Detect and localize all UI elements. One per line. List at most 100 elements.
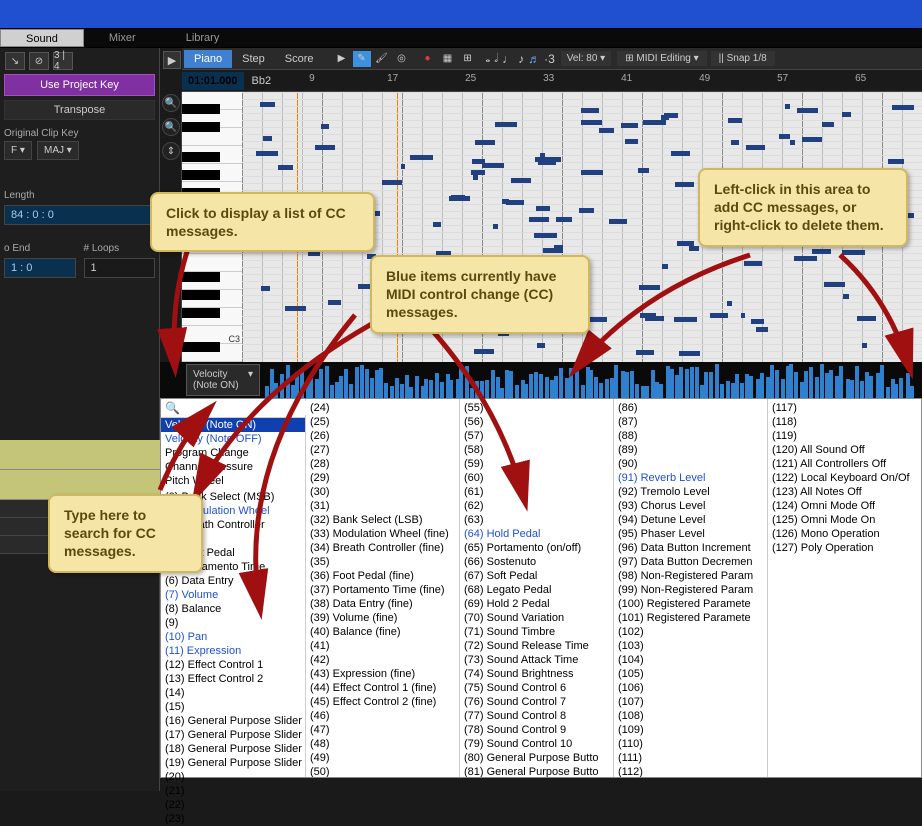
- midi-note[interactable]: [664, 113, 679, 118]
- velocity-bar[interactable]: [846, 379, 850, 398]
- velocity-display[interactable]: Vel: 80 ▾: [561, 51, 611, 66]
- cc-list-item[interactable]: Pitch Wheel: [161, 474, 305, 488]
- velocity-bar[interactable]: [635, 384, 639, 398]
- cc-list-item[interactable]: (103): [614, 639, 767, 653]
- velocity-bar[interactable]: [605, 379, 609, 398]
- opt-a-button[interactable]: ▦: [439, 51, 457, 67]
- zoom-v-button[interactable]: ⇕: [162, 142, 180, 160]
- velocity-bar[interactable]: [405, 375, 409, 399]
- midi-note[interactable]: [609, 219, 626, 224]
- velocity-bar[interactable]: [295, 372, 299, 398]
- cc-list-item[interactable]: (107): [614, 695, 767, 709]
- pointer-tool[interactable]: ▶: [333, 51, 351, 67]
- cc-list-item[interactable]: (7) Volume: [161, 588, 305, 602]
- cc-list-item[interactable]: (61): [460, 485, 613, 499]
- velocity-bar[interactable]: [429, 380, 433, 398]
- opt-b-button[interactable]: ⊞: [459, 51, 477, 67]
- sixteenth-note-icon[interactable]: ♬: [528, 52, 540, 66]
- midi-note[interactable]: [482, 163, 504, 168]
- cc-list-item[interactable]: (74) Sound Brightness: [460, 667, 613, 681]
- velocity-bar[interactable]: [415, 376, 419, 398]
- midi-note[interactable]: [842, 112, 851, 117]
- cc-list-item[interactable]: (55): [460, 401, 613, 415]
- cc-list-item[interactable]: (29): [306, 471, 459, 485]
- midi-note[interactable]: [744, 261, 762, 266]
- velocity-bar[interactable]: [709, 372, 713, 398]
- cc-list-item[interactable]: (65) Portamento (on/off): [460, 541, 613, 555]
- velocity-bar[interactable]: [545, 377, 549, 398]
- cc-list-item[interactable]: (86): [614, 401, 767, 415]
- midi-note[interactable]: [315, 145, 335, 150]
- velocity-bar[interactable]: [424, 379, 428, 398]
- midi-note[interactable]: [581, 108, 599, 113]
- midi-note[interactable]: [746, 145, 765, 150]
- cc-selector-dropdown[interactable]: Velocity (Note ON)▾: [186, 364, 260, 396]
- cc-list-item[interactable]: (110): [614, 737, 767, 751]
- midi-note[interactable]: [727, 301, 731, 306]
- cc-list-item[interactable]: (96) Data Button Increment: [614, 541, 767, 555]
- cc-list-item[interactable]: (95) Phaser Level: [614, 527, 767, 541]
- velocity-bar[interactable]: [559, 368, 563, 398]
- cc-list-item[interactable]: (87): [614, 415, 767, 429]
- cc-list-item[interactable]: (101) Registered Paramete: [614, 611, 767, 625]
- cc-list-item[interactable]: (90): [614, 457, 767, 471]
- velocity-bar[interactable]: [435, 373, 439, 398]
- velocity-bar[interactable]: [625, 372, 629, 398]
- midi-note[interactable]: [636, 350, 654, 355]
- velocity-bar[interactable]: [529, 374, 533, 398]
- velocity-bar[interactable]: [459, 367, 463, 398]
- cc-list-item[interactable]: (37) Portamento Time (fine): [306, 583, 459, 597]
- midi-note[interactable]: [535, 157, 547, 162]
- cc-list-item[interactable]: (78) Sound Control 9: [460, 723, 613, 737]
- midi-note[interactable]: [401, 164, 406, 169]
- cc-list-item[interactable]: (99) Non-Registered Param: [614, 583, 767, 597]
- midi-note[interactable]: [640, 313, 656, 318]
- cc-list-item[interactable]: (18) General Purpose Slider: [161, 742, 305, 756]
- midi-note[interactable]: [689, 246, 699, 251]
- cc-list-item[interactable]: (122) Local Keyboard On/Of: [768, 471, 921, 485]
- track-strip[interactable]: [0, 440, 160, 470]
- midi-note[interactable]: [822, 122, 834, 127]
- velocity-bar[interactable]: [449, 380, 453, 398]
- half-note-icon[interactable]: 𝅗𝅥: [494, 51, 498, 66]
- velocity-bar[interactable]: [349, 384, 353, 398]
- velocity-bar[interactable]: [621, 371, 625, 398]
- midi-note[interactable]: [536, 206, 550, 211]
- midi-note[interactable]: [843, 294, 850, 299]
- midi-note[interactable]: [261, 286, 270, 291]
- velocity-bar[interactable]: [379, 368, 383, 398]
- velocity-bar[interactable]: [395, 378, 399, 398]
- cc-list-item[interactable]: (11) Expression: [161, 644, 305, 658]
- ruler[interactable]: 91725334149576573: [279, 70, 922, 91]
- velocity-bar[interactable]: [630, 371, 634, 398]
- velocity-bar[interactable]: [804, 371, 808, 398]
- cc-list-item[interactable]: (76) Sound Control 7: [460, 695, 613, 709]
- velocity-bar[interactable]: [265, 386, 269, 398]
- midi-note[interactable]: [581, 120, 602, 125]
- cc-list-item[interactable]: (56): [460, 415, 613, 429]
- velocity-bar[interactable]: [594, 377, 598, 398]
- cc-list-item[interactable]: (123) All Notes Off: [768, 485, 921, 499]
- cc-list-item[interactable]: (8) Balance: [161, 602, 305, 616]
- midi-note[interactable]: [473, 175, 478, 180]
- cc-list-item[interactable]: (26): [306, 429, 459, 443]
- snap-dropdown[interactable]: || Snap 1/8: [711, 51, 775, 66]
- cc-list-item[interactable]: (12) Effect Control 1: [161, 658, 305, 672]
- velocity-bar[interactable]: [679, 367, 683, 398]
- midi-note[interactable]: [751, 319, 765, 324]
- cc-list-item[interactable]: Program Change: [161, 446, 305, 460]
- velocity-bar[interactable]: [554, 376, 558, 398]
- brush-tool[interactable]: 🖌: [373, 51, 391, 67]
- cc-list-item[interactable]: (75) Sound Control 6: [460, 681, 613, 695]
- cc-list-item[interactable]: (111): [614, 751, 767, 765]
- cc-list-item[interactable]: (67) Soft Pedal: [460, 569, 613, 583]
- cc-list-item[interactable]: (17) General Purpose Slider: [161, 728, 305, 742]
- cc-list-item[interactable]: (46): [306, 709, 459, 723]
- velocity-bar[interactable]: [695, 367, 699, 398]
- midi-note[interactable]: [797, 108, 818, 113]
- midi-note[interactable]: [857, 316, 876, 321]
- velocity-bar[interactable]: [880, 365, 884, 398]
- cc-list-item[interactable]: (104): [614, 653, 767, 667]
- cc-list-item[interactable]: (19) General Purpose Slider: [161, 756, 305, 770]
- midi-note[interactable]: [308, 251, 321, 256]
